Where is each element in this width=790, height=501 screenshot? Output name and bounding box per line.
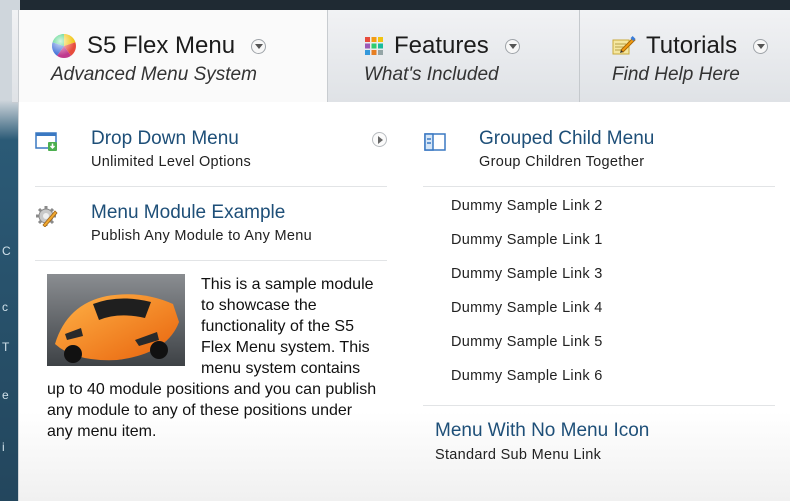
sports-car-image: [47, 274, 185, 366]
color-grid-icon: [365, 37, 383, 55]
pencil-note-icon: [612, 36, 636, 55]
chevron-down-icon[interactable]: [504, 38, 520, 54]
divider: [423, 405, 775, 406]
menu-item-drop-down-menu[interactable]: Drop Down Menu Unlimited Level Options: [35, 128, 387, 172]
color-orb-icon: [52, 34, 76, 58]
chevron-down-icon[interactable]: [753, 38, 769, 54]
menu-item-title: Drop Down Menu: [91, 128, 239, 149]
tab-subtitle: Advanced Menu System: [51, 64, 257, 85]
menu-item-subtitle: Unlimited Level Options: [91, 154, 252, 170]
tab-title: S5 Flex Menu: [87, 32, 236, 59]
list-item[interactable]: Dummy Sample Link 1: [451, 232, 603, 248]
window-download-icon: [35, 132, 57, 151]
list-item[interactable]: Dummy Sample Link 3: [451, 266, 603, 282]
tab-s5-flex-menu[interactable]: S5 Flex Menu Advanced Menu System: [18, 10, 328, 103]
divider: [35, 186, 387, 187]
divider: [35, 260, 387, 261]
tab-subtitle: Find Help Here: [612, 64, 740, 85]
tab-title: Features: [394, 32, 489, 59]
gear-pencil-icon: [36, 206, 58, 227]
dropdown-panel: Drop Down Menu Unlimited Level Options M…: [18, 102, 790, 501]
list-item[interactable]: Dummy Sample Link 2: [451, 198, 603, 214]
menu-item-subtitle: Standard Sub Menu Link: [435, 447, 602, 463]
chevron-right-icon[interactable]: [372, 132, 387, 147]
tab-subtitle: What's Included: [364, 64, 499, 85]
menu-item-title: Menu Module Example: [91, 202, 286, 223]
list-item[interactable]: Dummy Sample Link 6: [451, 368, 603, 384]
menu-item-grouped-child-menu[interactable]: Grouped Child Menu Group Children Togeth…: [423, 128, 775, 172]
tab-tutorials[interactable]: Tutorials Find Help Here: [582, 10, 790, 102]
menu-item-title: Grouped Child Menu: [479, 128, 655, 149]
list-item[interactable]: Dummy Sample Link 4: [451, 300, 603, 316]
top-menu-bar: S5 Flex Menu Advanced Menu System Featur…: [12, 10, 790, 103]
list-item[interactable]: Dummy Sample Link 5: [451, 334, 603, 350]
grouped-window-icon: [424, 133, 446, 151]
menu-item-no-icon[interactable]: Menu With No Menu Icon Standard Sub Menu…: [435, 420, 649, 463]
tab-features[interactable]: Features What's Included: [330, 10, 580, 102]
menu-item-menu-module-example[interactable]: Menu Module Example Publish Any Module t…: [35, 202, 387, 246]
chevron-down-icon[interactable]: [251, 38, 267, 54]
sample-module: This is a sample module to showcase the …: [47, 274, 377, 442]
menu-item-subtitle: Publish Any Module to Any Menu: [91, 228, 312, 244]
menu-item-title: Menu With No Menu Icon: [435, 420, 650, 441]
divider: [423, 186, 775, 187]
tab-title: Tutorials: [646, 32, 738, 59]
menu-item-subtitle: Group Children Together: [479, 154, 645, 170]
